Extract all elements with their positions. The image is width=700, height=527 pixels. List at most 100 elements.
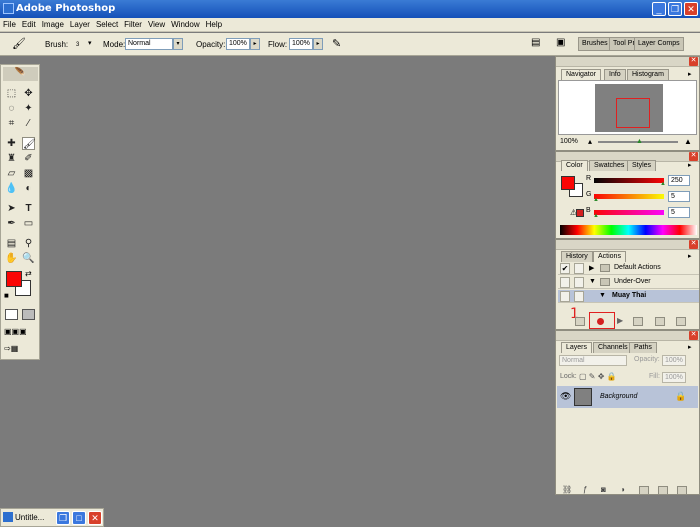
color-ramp[interactable] — [560, 225, 697, 235]
layer-visibility-eye-icon[interactable]: 👁 — [560, 391, 571, 402]
quick-mask-mode-icon[interactable] — [22, 309, 35, 320]
slice-tool-icon[interactable]: ⁄ — [22, 117, 35, 130]
tab-styles[interactable]: Styles — [627, 160, 657, 171]
zoom-out-icon[interactable]: ▴ — [588, 137, 592, 146]
play-action-button[interactable]: ▶ — [617, 316, 623, 325]
new-group-button[interactable] — [639, 486, 649, 495]
begin-recording-button[interactable] — [597, 318, 604, 325]
marquee-tool-icon[interactable]: ⬚ — [5, 87, 18, 100]
action-toggle-check-icon[interactable]: ✔ — [560, 263, 570, 274]
type-tool-icon[interactable]: T — [22, 202, 35, 215]
blur-tool-icon[interactable]: 💧 — [5, 182, 18, 195]
brush-tool-preset-icon[interactable]: 🖌 — [12, 37, 26, 50]
channel-b-thumb[interactable]: ▲ — [593, 213, 599, 219]
new-set-button[interactable] — [633, 317, 643, 326]
new-action-button[interactable] — [655, 317, 665, 326]
brush-dropdown-icon[interactable]: ▾ — [88, 39, 92, 47]
crop-tool-icon[interactable]: ⌗ — [5, 117, 18, 130]
stop-recording-button[interactable] — [575, 317, 585, 326]
airbrush-icon[interactable]: ✎ — [332, 37, 341, 50]
well-tab-layer-comps[interactable]: Layer Comps — [634, 37, 684, 51]
action-row-under-over[interactable]: ▼ Under-Over — [558, 276, 699, 289]
swap-colors-icon[interactable]: ⇄ — [25, 269, 32, 278]
foreground-color-chip[interactable] — [561, 176, 575, 190]
navigator-zoom-value[interactable]: 100% — [560, 138, 578, 145]
menu-edit[interactable]: Edit — [19, 18, 39, 29]
flow-slider-arrow-icon[interactable]: ▸ — [313, 38, 323, 50]
notes-tool-icon[interactable]: ▤ — [5, 237, 18, 250]
panel-menu-icon[interactable]: ▸ — [688, 343, 692, 351]
zoom-slider-thumb[interactable]: ▲ — [636, 138, 643, 145]
action-toggle-check-icon[interactable] — [560, 277, 570, 288]
tab-channels[interactable]: Channels — [593, 342, 633, 353]
minimize-button[interactable]: _ — [652, 2, 666, 16]
dodge-tool-icon[interactable]: ◐ — [22, 182, 35, 195]
foreground-color-swatch-front[interactable] — [6, 271, 22, 287]
gamut-color-chip[interactable] — [576, 209, 584, 217]
lock-icons[interactable]: ▢ ✎ ✥ 🔒 — [579, 372, 617, 381]
opacity-input[interactable]: 100% — [226, 38, 250, 50]
screen-mode-icons[interactable]: ▣▣▣ — [4, 327, 38, 338]
eyedropper-tool-icon[interactable]: ⚲ — [22, 237, 35, 250]
navigator-view-box[interactable] — [616, 98, 650, 128]
tab-history[interactable]: History — [561, 251, 593, 262]
new-layer-button[interactable] — [658, 486, 668, 495]
panel-menu-icon[interactable]: ▸ — [688, 252, 692, 260]
navigator-preview[interactable] — [558, 80, 697, 135]
tab-histogram[interactable]: Histogram — [627, 69, 669, 80]
channel-b-input[interactable]: 5 — [668, 207, 690, 218]
mode-dropdown-icon[interactable]: ▾ — [173, 38, 183, 50]
brush-tool-icon[interactable]: 🖌 — [22, 137, 36, 150]
clone-stamp-tool-icon[interactable]: ♜ — [5, 152, 18, 165]
layer-mask-icon[interactable]: ◙ — [601, 485, 606, 494]
tab-swatches[interactable]: Swatches — [589, 160, 630, 171]
shape-tool-icon[interactable]: ▭ — [22, 217, 35, 230]
adjustment-layer-icon[interactable]: ◑ — [620, 485, 625, 494]
channel-r-input[interactable]: 250 — [668, 175, 690, 186]
panel-grip[interactable] — [556, 331, 699, 341]
doc-restore-button[interactable]: ❐ — [56, 511, 70, 525]
panel-close-icon[interactable]: ✕ — [689, 57, 698, 66]
healing-brush-tool-icon[interactable]: ✚ — [5, 137, 18, 150]
jump-to-imageready-icon[interactable]: ⇨▦ — [4, 344, 38, 355]
panel-grip[interactable] — [556, 240, 699, 250]
layer-link-icon[interactable]: ⛓ — [562, 485, 572, 494]
dialog-toggle-icon[interactable] — [574, 291, 584, 302]
layer-row-background[interactable]: 👁 Background 🔒 — [557, 386, 698, 408]
channel-g-thumb[interactable]: ▲ — [593, 197, 599, 203]
adobe-feather-logo-icon[interactable]: 🪶 — [3, 67, 38, 81]
menu-layer[interactable]: Layer — [67, 18, 93, 29]
action-row-muay-thai[interactable]: ▼ Muay Thai — [558, 290, 699, 303]
path-selection-tool-icon[interactable]: ➤ — [5, 202, 18, 215]
doc-close-button[interactable]: ✕ — [88, 511, 102, 525]
opacity-slider-arrow-icon[interactable]: ▸ — [250, 38, 260, 50]
hand-tool-icon[interactable]: ✋ — [5, 252, 18, 265]
menu-image[interactable]: Image — [39, 18, 67, 29]
doc-maximize-button[interactable]: □ — [72, 511, 86, 525]
move-tool-icon[interactable]: ✥ — [22, 87, 35, 100]
tab-color[interactable]: Color — [561, 160, 588, 171]
channel-g-input[interactable]: 5 — [668, 191, 690, 202]
menu-view[interactable]: View — [145, 18, 168, 29]
menu-file[interactable]: File — [0, 18, 19, 29]
panel-close-icon[interactable]: ✕ — [689, 331, 698, 340]
collapse-arrow-icon[interactable]: ▼ — [599, 292, 606, 299]
channel-b-slider[interactable] — [594, 210, 664, 215]
pen-tool-icon[interactable]: ✒ — [5, 217, 18, 230]
panel-grip[interactable] — [556, 57, 699, 67]
flow-input[interactable]: 100% — [289, 38, 313, 50]
layer-style-icon[interactable]: ƒ — [583, 485, 587, 494]
blend-mode-select[interactable]: Normal — [559, 355, 627, 366]
eraser-tool-icon[interactable]: ▱ — [5, 167, 18, 180]
menu-window[interactable]: Window — [168, 18, 202, 29]
expand-arrow-icon[interactable]: ▶ — [589, 264, 594, 272]
file-browser-icon[interactable]: ▣ — [556, 37, 565, 48]
menu-select[interactable]: Select — [93, 18, 121, 29]
tab-layers[interactable]: Layers — [561, 342, 593, 353]
minimized-document[interactable]: Untitle... ❐ □ ✕ — [0, 508, 104, 527]
zoom-tool-icon[interactable]: 🔍 — [22, 252, 35, 265]
tab-paths[interactable]: Paths — [629, 342, 657, 353]
lasso-tool-icon[interactable]: ◌ — [5, 102, 18, 115]
channel-g-slider[interactable] — [594, 194, 664, 199]
menu-help[interactable]: Help — [203, 18, 225, 29]
